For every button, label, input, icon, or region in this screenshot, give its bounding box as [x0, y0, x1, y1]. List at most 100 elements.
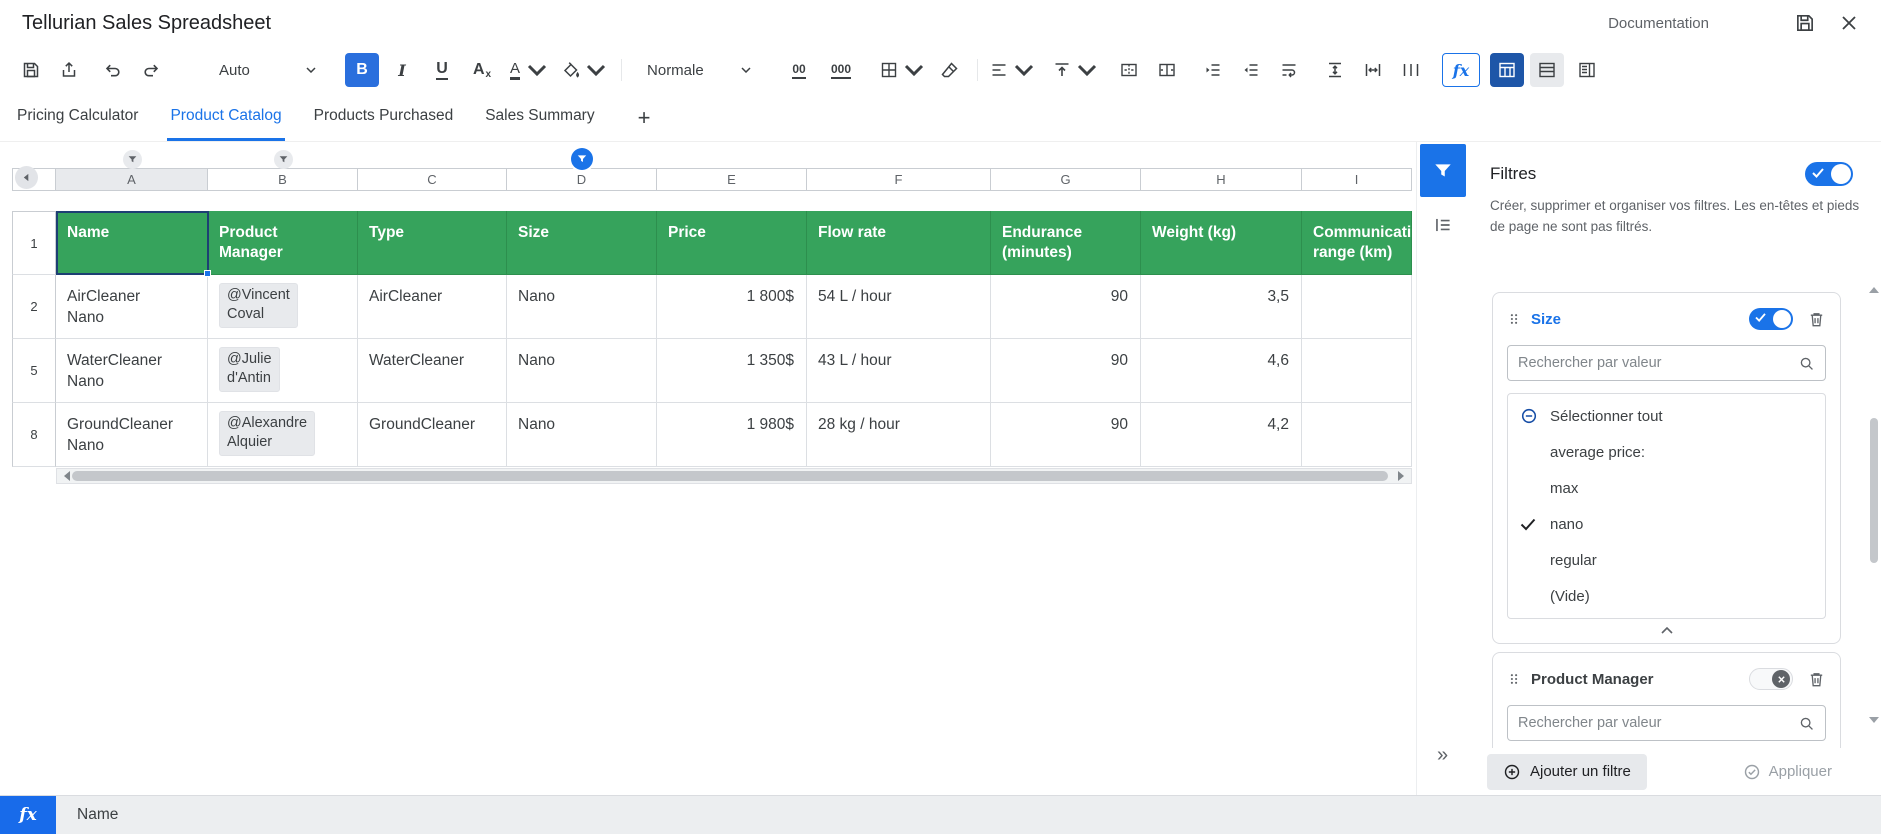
cell-product-manager[interactable]: @Vincent Coval [208, 275, 358, 339]
row-number[interactable]: 1 [12, 211, 56, 275]
cell-product-manager[interactable]: @Alexandre Alquier [208, 403, 358, 467]
cell-type[interactable]: AirCleaner [358, 275, 507, 339]
cell-weight[interactable]: 4,6 [1141, 339, 1302, 403]
column-header-c[interactable]: C [358, 168, 507, 191]
underline-button[interactable]: U [425, 53, 459, 87]
cell-flow-rate[interactable]: 28 kg / hour [807, 403, 991, 467]
header-cell-size[interactable]: Size [507, 211, 657, 275]
distribute-columns-button[interactable] [1394, 53, 1428, 87]
scrollbar-thumb[interactable] [1870, 418, 1878, 563]
filter-size-toggle[interactable] [1749, 308, 1793, 330]
scrollbar-up-arrow[interactable] [1869, 282, 1879, 293]
add-sheet-button[interactable]: + [632, 94, 657, 141]
cell-name[interactable]: GroundCleaner Nano [56, 403, 208, 467]
insert-function-button[interactable]: fx [1442, 53, 1480, 87]
filter-search-input[interactable] [1518, 715, 1798, 731]
header-cell-flow-rate[interactable]: Flow rate [807, 211, 991, 275]
cell-communication-range[interactable] [1302, 403, 1412, 467]
bold-button[interactable]: B [345, 53, 379, 87]
filters-panel-button[interactable] [1420, 144, 1466, 197]
cell-endurance[interactable]: 90 [991, 339, 1141, 403]
column-header-a[interactable]: A [56, 168, 208, 191]
cell-size[interactable]: Nano [507, 339, 657, 403]
cell-size[interactable]: Nano [507, 275, 657, 339]
cell-communication-range[interactable] [1302, 275, 1412, 339]
header-cell-name[interactable]: Name [56, 211, 208, 275]
font-color-button[interactable]: A [505, 53, 552, 87]
sheet-view-button[interactable] [1570, 53, 1604, 87]
cell-name[interactable]: AirCleaner Nano [56, 275, 208, 339]
header-cell-type[interactable]: Type [358, 211, 507, 275]
data-table-toggle-button[interactable] [1490, 53, 1524, 87]
italic-button[interactable]: I [385, 53, 419, 87]
drag-handle-icon[interactable] [1507, 671, 1521, 687]
column-width-button[interactable] [1356, 53, 1390, 87]
header-cell-endurance[interactable]: Endurance (minutes) [991, 211, 1141, 275]
panel-collapse-button[interactable]: » [1417, 744, 1468, 767]
option-vide[interactable]: (Vide) [1508, 578, 1825, 614]
add-filter-button[interactable]: Ajouter un filtre [1487, 754, 1647, 790]
decrease-indent-button[interactable] [1234, 53, 1268, 87]
header-cell-product-manager[interactable]: Product Manager [208, 211, 358, 275]
filters-master-toggle[interactable] [1805, 162, 1853, 186]
mention-chip[interactable]: @Julie d'Antin [219, 347, 280, 392]
cell-communication-range[interactable] [1302, 339, 1412, 403]
increase-indent-button[interactable] [1196, 53, 1230, 87]
header-cell-price[interactable]: Price [657, 211, 807, 275]
cell-price[interactable]: 1 980$ [657, 403, 807, 467]
column-header-h[interactable]: H [1141, 168, 1302, 191]
column-header-e[interactable]: E [657, 168, 807, 191]
mention-chip[interactable]: @Alexandre Alquier [219, 411, 315, 456]
fill-color-button[interactable] [556, 53, 611, 87]
filter-badge-column-b[interactable] [274, 150, 293, 169]
tab-products-purchased[interactable]: Products Purchased [311, 94, 457, 141]
table-style-button[interactable] [1530, 53, 1564, 87]
cell-type[interactable]: WaterCleaner [358, 339, 507, 403]
column-header-g[interactable]: G [991, 168, 1141, 191]
cell-price[interactable]: 1 350$ [657, 339, 807, 403]
column-header-b[interactable]: B [208, 168, 358, 191]
eraser-button[interactable] [933, 53, 967, 87]
close-button[interactable] [1831, 5, 1867, 41]
font-dropdown[interactable]: Auto [210, 53, 325, 87]
option-regular[interactable]: regular [1508, 542, 1825, 578]
column-header-d[interactable]: D [507, 168, 657, 191]
cell-flow-rate[interactable]: 43 L / hour [807, 339, 991, 403]
cell-type[interactable]: GroundCleaner [358, 403, 507, 467]
cell-product-manager[interactable]: @Julie d'Antin [208, 339, 358, 403]
merge-cells-button[interactable] [1112, 53, 1146, 87]
cell-endurance[interactable]: 90 [991, 275, 1141, 339]
wrap-text-button[interactable] [1272, 53, 1306, 87]
scrollbar-thumb[interactable] [72, 471, 1388, 481]
save-layout-button[interactable] [1787, 5, 1823, 41]
collapse-card-button[interactable] [1507, 619, 1826, 641]
option-nano[interactable]: nano [1508, 506, 1825, 542]
cell-price[interactable]: 1 800$ [657, 275, 807, 339]
undo-button[interactable] [96, 53, 130, 87]
formula-bar-value[interactable]: Name [77, 806, 118, 824]
filter-search-input[interactable] [1518, 355, 1798, 371]
vertical-align-button[interactable] [1047, 53, 1102, 87]
option-average-price[interactable]: average price: [1508, 434, 1825, 470]
tab-pricing-calculator[interactable]: Pricing Calculator [14, 94, 141, 141]
documentation-link[interactable]: Documentation [1608, 15, 1709, 32]
row-number[interactable]: 5 [12, 339, 56, 403]
scroll-left-button[interactable] [15, 166, 38, 189]
header-cell-weight[interactable]: Weight (kg) [1141, 211, 1302, 275]
cell-flow-rate[interactable]: 54 L / hour [807, 275, 991, 339]
scrollbar-left-arrow[interactable] [59, 471, 70, 481]
filter-badge-column-a[interactable] [123, 150, 142, 169]
option-select-all[interactable]: Sélectionner tout [1508, 398, 1825, 434]
cell-name[interactable]: WaterCleaner Nano [56, 339, 208, 403]
header-cell-communication-range[interactable]: Communication range (km) [1302, 211, 1412, 275]
horizontal-scrollbar[interactable] [56, 468, 1412, 484]
delete-filter-button[interactable] [1807, 670, 1826, 689]
redo-button[interactable] [134, 53, 168, 87]
decrease-decimal-button[interactable]: 00 [782, 53, 816, 87]
split-cells-button[interactable] [1150, 53, 1184, 87]
horizontal-align-button[interactable] [984, 53, 1039, 87]
increase-decimal-button[interactable]: 000 [822, 53, 860, 87]
cell-style-dropdown[interactable]: Normale [638, 53, 760, 87]
column-header-f[interactable]: F [807, 168, 991, 191]
tab-product-catalog[interactable]: Product Catalog [167, 94, 284, 141]
